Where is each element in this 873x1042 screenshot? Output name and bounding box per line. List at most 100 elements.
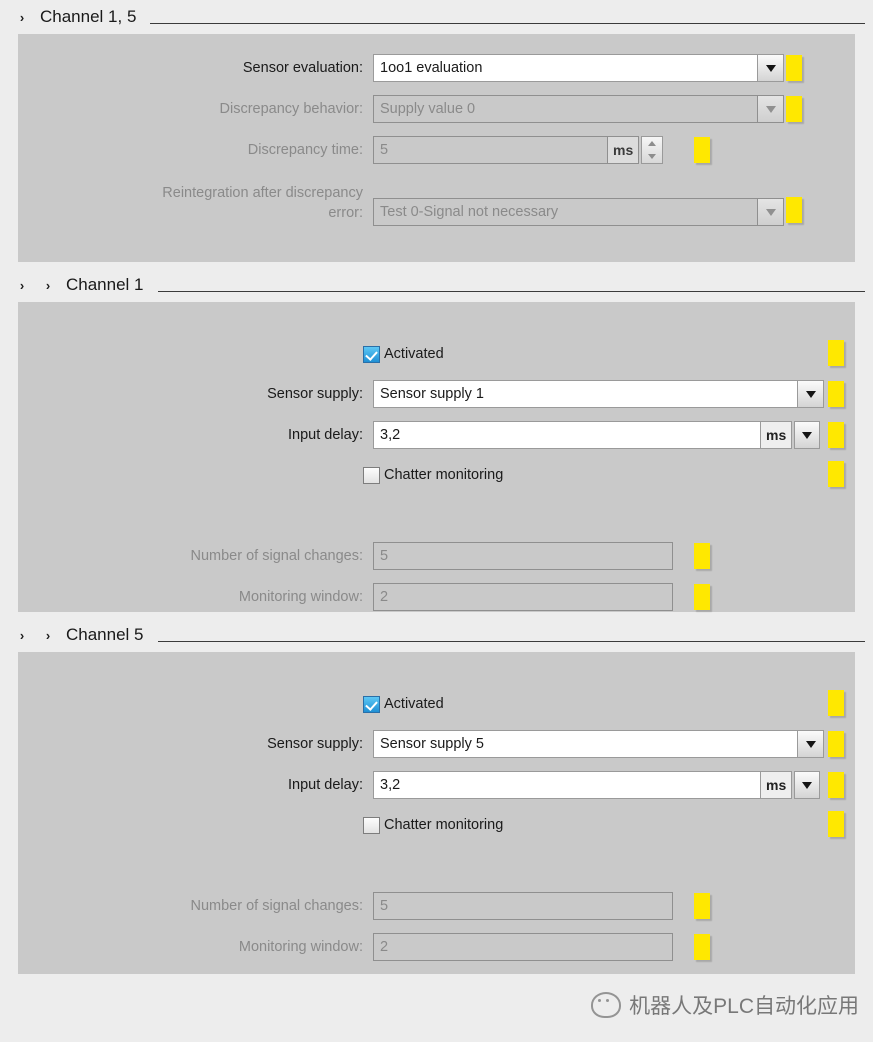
checkbox-activated[interactable]: Activated <box>363 345 444 363</box>
marker-monitoring-window <box>694 934 710 960</box>
marker-sensor-evaluation <box>786 55 802 81</box>
triangle-down-glyph <box>805 740 816 748</box>
marker-activated <box>828 690 844 716</box>
chevron-right-icon[interactable]: › <box>14 11 30 24</box>
combobox-sensor-supply[interactable]: Sensor supply 5 <box>373 730 824 758</box>
section-header-channel-5[interactable]: › › Channel 5 <box>0 618 873 652</box>
checkbox-box-activated[interactable] <box>363 345 380 363</box>
triangle-down-glyph <box>805 390 816 398</box>
row-monitoring-window: Monitoring window: 2 <box>18 583 718 611</box>
checkbox-chatter-monitoring[interactable]: Chatter monitoring <box>363 466 504 484</box>
row-chatter-monitoring: Chatter monitoring <box>363 461 503 489</box>
row-number-of-signal-changes: Number of signal changes: 5 <box>18 542 718 570</box>
combobox-value-sensor-supply[interactable]: Sensor supply 1 <box>373 380 798 408</box>
label-sensor-evaluation: Sensor evaluation: <box>242 60 363 76</box>
checkbox-box-chatter-monitoring[interactable] <box>363 466 380 484</box>
row-discrepancy-behavior: Discrepancy behavior: Supply value 0 <box>18 95 788 123</box>
chevron-down-icon[interactable] <box>798 380 824 408</box>
chevron-down-icon[interactable] <box>794 421 821 449</box>
row-number-of-signal-changes: Number of signal changes: 5 <box>18 892 718 920</box>
textbox-number-of-signal-changes: 5 <box>373 892 673 920</box>
checkbox-box-activated[interactable] <box>363 695 380 713</box>
marker-sensor-supply <box>828 731 844 757</box>
chevron-right-icon-2[interactable]: › <box>40 629 56 642</box>
label-input-delay: Input delay: <box>288 777 363 793</box>
textbox-value-monitoring-window: 2 <box>373 583 673 611</box>
panel-channel-1-5: Sensor evaluation: 1oo1 evaluation Discr… <box>18 34 855 262</box>
chevron-right-icon[interactable]: › <box>14 629 30 642</box>
chevron-down-icon <box>758 198 784 226</box>
unit-textbox-monitoring-window: 2 <box>373 583 673 611</box>
section-rule <box>150 22 865 24</box>
row-input-delay: Input delay: 3,2 ms <box>18 421 830 449</box>
section-title: Channel 1 <box>66 275 144 294</box>
spinbox-value-discrepancy-time: 5 <box>373 136 608 164</box>
triangle-down-glyph <box>765 64 776 72</box>
checkbox-chatter-monitoring[interactable]: Chatter monitoring <box>363 816 504 834</box>
label-reintegration-after-discrepancy-error: Reintegration after discrepancy error: <box>18 184 373 223</box>
chevron-down-icon[interactable] <box>794 771 821 799</box>
unit-label-input-delay: ms <box>761 771 793 799</box>
row-discrepancy-time: Discrepancy time: 5 ms <box>18 136 788 164</box>
checkbox-label-activated: Activated <box>384 696 444 712</box>
label-discrepancy-time: Discrepancy time: <box>247 142 363 158</box>
triangle-down-glyph <box>802 781 813 789</box>
unit-combobox-input-delay[interactable]: 3,2 ms <box>373 421 821 449</box>
row-activated: Activated <box>363 340 444 368</box>
label-monitoring-window: Monitoring window: <box>238 939 363 955</box>
spinner-discrepancy-time <box>641 136 664 164</box>
marker-number-of-signal-changes <box>694 893 710 919</box>
combobox-value-reintegration: Test 0-Signal not necessary <box>373 198 758 226</box>
combobox-sensor-supply[interactable]: Sensor supply 1 <box>373 380 824 408</box>
textbox-value-number-of-signal-changes: 5 <box>373 892 673 920</box>
checkbox-activated[interactable]: Activated <box>363 695 444 713</box>
section-header-channel-1-5[interactable]: › Channel 1, 5 <box>0 0 873 34</box>
label-discrepancy-behavior: Discrepancy behavior: <box>219 101 363 117</box>
row-sensor-supply: Sensor supply: Sensor supply 1 <box>18 380 830 408</box>
section-header-channel-1[interactable]: › › Channel 1 <box>0 268 873 302</box>
checkbox-label-chatter-monitoring: Chatter monitoring <box>384 467 504 483</box>
chevron-down-icon[interactable] <box>758 54 784 82</box>
combobox-reintegration: Test 0-Signal not necessary <box>373 198 784 226</box>
checkbox-label-chatter-monitoring: Chatter monitoring <box>384 817 504 833</box>
section-title: Channel 1, 5 <box>40 7 137 26</box>
label-line-2: error: <box>328 205 363 221</box>
unit-combobox-input-delay[interactable]: 3,2 ms <box>373 771 821 799</box>
unit-label-input-delay: ms <box>761 421 793 449</box>
marker-chatter-monitoring <box>828 811 844 837</box>
spinbox-discrepancy-time: 5 ms <box>373 136 664 164</box>
row-sensor-supply: Sensor supply: Sensor supply 5 <box>18 730 830 758</box>
triangle-down-glyph <box>802 431 813 439</box>
marker-sensor-supply <box>828 381 844 407</box>
unit-textbox-monitoring-window: 2 <box>373 933 673 961</box>
chevron-right-icon-2[interactable]: › <box>40 279 56 292</box>
combobox-value-sensor-supply[interactable]: Sensor supply 5 <box>373 730 798 758</box>
panel-channel-5: Activated Sensor supply: Sensor supply 5… <box>18 652 855 974</box>
combobox-value-discrepancy-behavior: Supply value 0 <box>373 95 758 123</box>
label-sensor-supply: Sensor supply: <box>267 386 363 402</box>
marker-discrepancy-behavior <box>786 96 802 122</box>
textbox-value-input-delay[interactable]: 3,2 <box>373 771 761 799</box>
combobox-sensor-evaluation[interactable]: 1oo1 evaluation <box>373 54 784 82</box>
marker-activated <box>828 340 844 366</box>
combobox-discrepancy-behavior[interactable]: Supply value 0 <box>373 95 784 123</box>
combobox-value-sensor-evaluation[interactable]: 1oo1 evaluation <box>373 54 758 82</box>
marker-discrepancy-time <box>694 137 710 163</box>
label-number-of-signal-changes: Number of signal changes: <box>190 898 364 914</box>
row-chatter-monitoring: Chatter monitoring <box>363 811 503 839</box>
unit-label-discrepancy-time: ms <box>608 136 640 164</box>
marker-number-of-signal-changes <box>694 543 710 569</box>
marker-input-delay <box>828 772 844 798</box>
chevron-right-icon[interactable]: › <box>14 279 30 292</box>
chevron-down-icon[interactable] <box>798 730 824 758</box>
textbox-value-input-delay[interactable]: 3,2 <box>373 421 761 449</box>
marker-monitoring-window <box>694 584 710 610</box>
spinner-down-icon <box>648 154 657 159</box>
row-sensor-evaluation: Sensor evaluation: 1oo1 evaluation <box>18 54 788 82</box>
checkbox-box-chatter-monitoring[interactable] <box>363 816 380 834</box>
row-input-delay: Input delay: 3,2 ms <box>18 771 830 799</box>
watermark-text: 机器人及PLC自动化应用 <box>629 995 859 1018</box>
label-monitoring-window: Monitoring window: <box>238 589 363 605</box>
triangle-down-glyph <box>765 105 776 113</box>
label-number-of-signal-changes: Number of signal changes: <box>190 548 364 564</box>
